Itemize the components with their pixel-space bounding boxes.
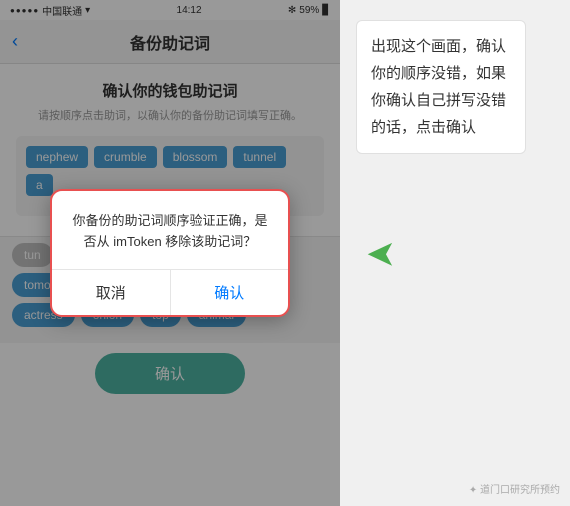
dialog-cancel-button[interactable]: 取消 <box>52 270 171 315</box>
dialog-body: 你备份的助记词顺序验证正确，是否从 imToken 移除该助记词？ <box>52 191 288 269</box>
annotation-text: 出现这个画面，确认你的顺序没错，如果你确认自己拼写没错的话，点击确认 <box>356 20 526 154</box>
arrow-wrap: ➤ <box>366 234 396 276</box>
phone-frame: ●●●●● 中国联通 ▾ 14:12 ✻ 59% ▊ ‹ 备份助记词 确认你的钱… <box>0 0 340 506</box>
dialog: 你备份的助记词顺序验证正确，是否从 imToken 移除该助记词？ 取消 确认 <box>50 189 290 317</box>
dialog-overlay: 你备份的助记词顺序验证正确，是否从 imToken 移除该助记词？ 取消 确认 <box>0 0 340 506</box>
dialog-confirm-button[interactable]: 确认 <box>171 270 289 315</box>
annotation-panel: 出现这个画面，确认你的顺序没错，如果你确认自己拼写没错的话，点击确认 ➤ ✦ 道… <box>340 0 570 506</box>
dialog-message: 你备份的助记词顺序验证正确，是否从 imToken 移除该助记词？ <box>70 211 270 253</box>
arrow-icon: ➤ <box>366 234 396 276</box>
watermark: ✦ 道门口研究所预约 <box>469 481 560 496</box>
dialog-buttons: 取消 确认 <box>52 269 288 315</box>
